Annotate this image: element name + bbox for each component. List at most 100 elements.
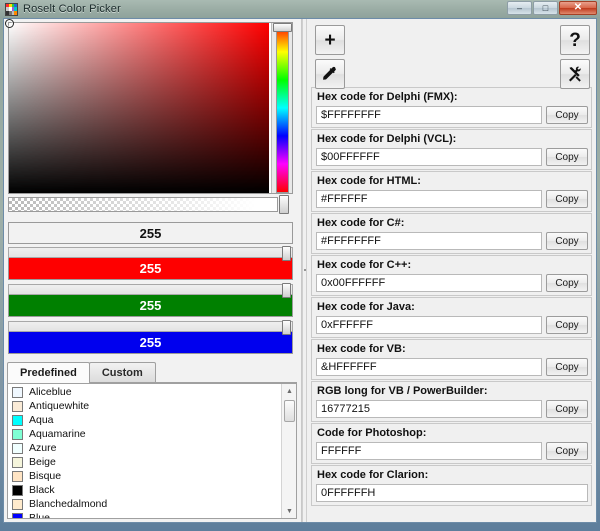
channel-blue[interactable]: 255	[8, 320, 293, 354]
sv-cursor-icon[interactable]	[5, 19, 14, 28]
channel-green-thumb[interactable]	[282, 283, 291, 298]
saturation-value-area	[5, 19, 293, 194]
color-name-label: Blanchedalmond	[29, 498, 108, 510]
channel-blue-track[interactable]	[8, 320, 293, 335]
code-group: Hex code for C#: #FFFFFFFF Copy	[311, 213, 592, 254]
copy-button[interactable]: Copy	[546, 232, 588, 250]
color-swatch-icon	[12, 470, 23, 482]
code-group: Hex code for C++: 0x00FFFFFF Copy	[311, 255, 592, 296]
list-item[interactable]: Aliceblue	[8, 385, 281, 399]
plus-icon: +	[324, 29, 336, 51]
copy-button[interactable]: Copy	[546, 106, 588, 124]
alpha-track[interactable]	[8, 197, 278, 212]
scroll-up-icon[interactable]: ▲	[282, 384, 296, 398]
code-group-row: FFFFFF Copy	[312, 442, 591, 463]
eyedropper-button[interactable]	[315, 59, 345, 89]
code-group-row: &HFFFFFF Copy	[312, 358, 591, 379]
list-item[interactable]: Antiquewhite	[8, 399, 281, 413]
copy-button[interactable]: Copy	[546, 190, 588, 208]
code-group: RGB long for VB / PowerBuilder: 16777215 C…	[311, 381, 592, 422]
tools-button[interactable]	[560, 59, 590, 89]
channel-alpha[interactable]: 255	[8, 222, 293, 244]
code-group-row: 0x00FFFFFF Copy	[312, 274, 591, 295]
color-swatch-icon	[12, 386, 23, 398]
code-group: Hex code for HTML: #FFFFFF Copy	[311, 171, 592, 212]
code-group-row: $FFFFFFFF Copy	[312, 106, 591, 127]
alpha-thumb[interactable]	[279, 195, 289, 214]
channel-red-track[interactable]	[8, 246, 293, 261]
list-item[interactable]: Bisque	[8, 469, 281, 483]
add-color-button[interactable]: +	[315, 25, 345, 55]
copy-button[interactable]: Copy	[546, 316, 588, 334]
list-item[interactable]: Black	[8, 483, 281, 497]
hue-strip[interactable]	[276, 23, 290, 193]
channel-green-track[interactable]	[8, 283, 293, 298]
minimize-button[interactable]: –	[507, 1, 532, 15]
palette-icon	[5, 2, 18, 16]
color-source-tabs: Predefined Custom	[7, 362, 297, 383]
maximize-button[interactable]: □	[533, 1, 558, 15]
code-value-input[interactable]: 16777215	[316, 400, 542, 418]
code-value-input[interactable]: FFFFFF	[316, 442, 542, 460]
window-controls: – □ ✕	[507, 1, 597, 15]
predefined-color-list[interactable]: Aliceblue Antiquewhite Aqua Aquamarine Azure…	[7, 383, 297, 519]
code-value-input[interactable]: $00FFFFFF	[316, 148, 542, 166]
copy-button[interactable]: Copy	[546, 400, 588, 418]
code-value-input[interactable]: 0xFFFFFF	[316, 316, 542, 334]
channel-blue-bar: 255	[8, 332, 293, 354]
code-group-label: Code for Photoshop:	[317, 427, 427, 439]
copy-button[interactable]: Copy	[546, 442, 588, 460]
list-item[interactable]: Beige	[8, 455, 281, 469]
channel-alpha-value: 255	[139, 225, 162, 241]
code-group-row: 0xFFFFFF Copy	[312, 316, 591, 337]
code-group-label: Hex code for HTML:	[317, 175, 421, 187]
channel-red-value: 255	[139, 261, 162, 276]
code-group-label: Hex code for Java:	[317, 301, 415, 313]
tab-predefined[interactable]: Predefined	[7, 362, 90, 383]
list-item[interactable]: Aquamarine	[8, 427, 281, 441]
code-group-row: 16777215 Copy	[312, 400, 591, 421]
code-group-row: $00FFFFFF Copy	[312, 148, 591, 169]
help-button[interactable]: ?	[560, 25, 590, 55]
code-value-input[interactable]: &HFFFFFF	[316, 358, 542, 376]
channel-blue-thumb[interactable]	[282, 320, 291, 335]
code-group-label: Hex code for C#:	[317, 217, 405, 229]
copy-button[interactable]: Copy	[546, 148, 588, 166]
code-group: Code for Photoshop: FFFFFF Copy	[311, 423, 592, 464]
channel-green[interactable]: 255	[8, 283, 293, 317]
copy-button[interactable]: Copy	[546, 358, 588, 376]
scroll-thumb[interactable]	[284, 400, 295, 422]
list-item[interactable]: Blanchedalmond	[8, 497, 281, 511]
channel-red-thumb[interactable]	[282, 246, 291, 261]
alpha-slider[interactable]	[8, 195, 293, 214]
hue-slider[interactable]	[271, 23, 293, 193]
code-value-input[interactable]: 0x00FFFFFF	[316, 274, 542, 292]
color-swatch-icon	[12, 400, 23, 412]
color-name-label: Azure	[29, 442, 57, 454]
splitter-handle-icon	[304, 269, 306, 271]
code-value-input[interactable]: #FFFFFFFF	[316, 232, 542, 250]
hue-thumb[interactable]	[273, 23, 293, 32]
sv-gradient[interactable]	[5, 19, 270, 193]
tab-custom[interactable]: Custom	[88, 362, 156, 382]
scroll-down-icon[interactable]: ▼	[282, 504, 296, 518]
close-icon: ✕	[573, 2, 583, 13]
channel-alpha-bar: 255	[8, 222, 293, 244]
channel-green-bar: 255	[8, 295, 293, 317]
channel-red[interactable]: 255	[8, 246, 293, 280]
code-value-input[interactable]: $FFFFFFFF	[316, 106, 542, 124]
code-value-input[interactable]: 0FFFFFFH	[316, 484, 588, 502]
code-group: Hex code for Delphi (VCL): $00FFFFFF Copy	[311, 129, 592, 170]
color-list-scrollbar[interactable]: ▲ ▼	[281, 384, 296, 518]
code-value-input[interactable]: #FFFFFF	[316, 190, 542, 208]
code-group-label: Hex code for Delphi (VCL):	[317, 133, 457, 145]
list-item[interactable]: Blue	[8, 511, 281, 518]
list-item[interactable]: Azure	[8, 441, 281, 455]
color-list-items[interactable]: Aliceblue Antiquewhite Aqua Aquamarine Azure…	[8, 384, 281, 518]
code-group-row: #FFFFFFFF Copy	[312, 232, 591, 253]
list-item[interactable]: Aqua	[8, 413, 281, 427]
color-swatch-icon	[12, 414, 23, 426]
code-group-label: Hex code for Delphi (FMX):	[317, 91, 458, 103]
copy-button[interactable]: Copy	[546, 274, 588, 292]
close-button[interactable]: ✕	[559, 1, 597, 15]
